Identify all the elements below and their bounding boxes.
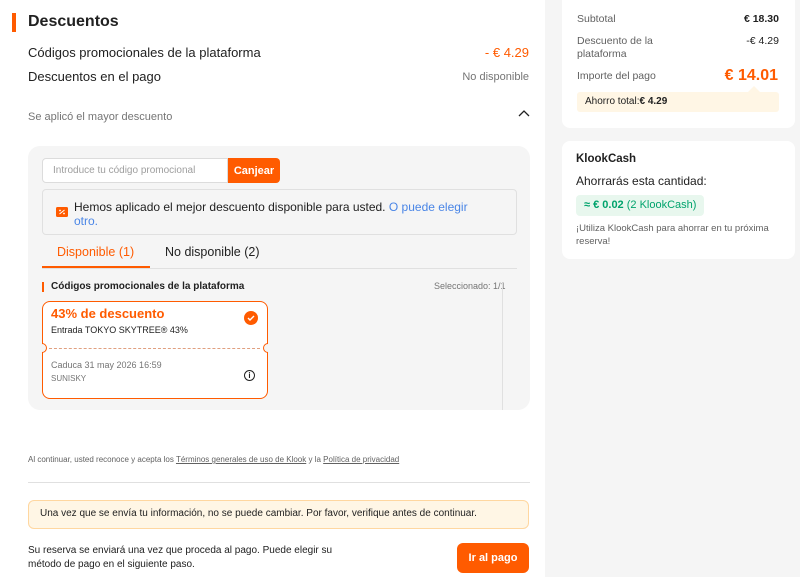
footer-divider [28, 482, 530, 483]
notice-text: Hemos aplicado el mejor descuento dispon… [74, 200, 494, 228]
coupon-description: Entrada TOKYO SKYTREE® 43% [51, 325, 188, 335]
savings-label: Ahorro total: [585, 96, 640, 107]
coupon-card[interactable]: 43% de descuento Entrada TOKYO SKYTREE® … [42, 301, 268, 399]
redeem-button[interactable]: Canjear [228, 158, 280, 183]
tab-unavailable[interactable]: No disponible (2) [165, 245, 260, 259]
savings-value: € 4.29 [639, 96, 668, 107]
order-summary: Subtotal € 18.30 Descuento de la platafo… [562, 0, 795, 128]
check-icon[interactable] [244, 311, 258, 325]
section-accent-bar [12, 13, 16, 32]
klookcash-card: KlookCash Ahorrarás esta cantidad: ≈ € 0… [562, 141, 795, 259]
klookcash-amount: ≈ € 0.02 [584, 199, 624, 211]
terms-notice: Al continuar, usted reconoce y acepta lo… [28, 455, 399, 464]
klookcash-note: ¡Utiliza KlookCash para ahorrar en tu pr… [576, 223, 769, 247]
platform-codes-value: - € 4.29 [484, 45, 529, 60]
platform-discount-value: -€ 4.29 [746, 35, 779, 47]
payment-discounts-value: No disponible [462, 71, 529, 83]
klookcash-title: KlookCash [576, 153, 637, 165]
coupon-icon [56, 207, 68, 217]
coupon-list-scrollbar[interactable] [502, 283, 515, 410]
tabs-divider [42, 268, 517, 269]
discounts-panel: Descuentos Códigos promocionales de la p… [0, 0, 545, 577]
total-savings: Ahorro total:€ 4.29 [577, 92, 779, 112]
terms-link[interactable]: Términos generales de uso de Klook [176, 455, 306, 464]
best-discount-notice: Hemos aplicado el mejor descuento dispon… [42, 189, 517, 235]
klookcash-amount-note: (2 KlookCash) [626, 199, 697, 211]
chevron-up-icon[interactable] [516, 105, 532, 121]
subtotal-value: € 18.30 [743, 13, 779, 25]
klookcash-amount-badge: ≈ € 0.02 (2 KlookCash) [576, 195, 705, 216]
coupon-selected-count: Seleccionado: 1/1 [434, 281, 506, 291]
coupon-expiry: Caduca 31 may 2026 16:59 [51, 360, 162, 370]
applied-note: Se aplicó el mayor descuento [28, 111, 173, 123]
list-accent-bar [42, 282, 44, 292]
payment-discounts-label: Descuentos en el pago [28, 69, 161, 84]
go-to-payment-button[interactable]: Ir al pago [457, 543, 529, 573]
payment-amount-label: Importe del pago [577, 70, 656, 82]
notice-message: Hemos aplicado el mejor descuento dispon… [74, 200, 386, 214]
payment-amount-value: € 14.01 [724, 67, 778, 84]
section-title: Descuentos [28, 13, 119, 30]
coupon-title: 43% de descuento [51, 306, 165, 321]
promo-code-input[interactable] [42, 158, 228, 183]
klookcash-subtitle: Ahorrarás esta cantidad: [576, 174, 707, 188]
subtotal-label: Subtotal [577, 13, 616, 25]
terms-and: y la [308, 455, 321, 464]
privacy-link[interactable]: Política de privacidad [323, 455, 399, 464]
platform-codes-label: Códigos promocionales de la plataforma [28, 45, 261, 60]
coupon-divider [49, 348, 260, 349]
platform-discount-label: Descuento de la plataforma [577, 35, 653, 60]
coupon-list-title: Códigos promocionales de la plataforma [51, 281, 245, 292]
submit-warning: Una vez que se envía tu información, no … [28, 500, 529, 529]
coupon-code: SUNISKY [51, 374, 87, 383]
tab-available[interactable]: Disponible (1) [57, 245, 134, 259]
booking-note: Su reserva se enviará una vez que proced… [28, 545, 333, 570]
info-icon[interactable]: i [244, 370, 255, 381]
terms-prefix: Al continuar, usted reconoce y acepta lo… [28, 455, 174, 464]
